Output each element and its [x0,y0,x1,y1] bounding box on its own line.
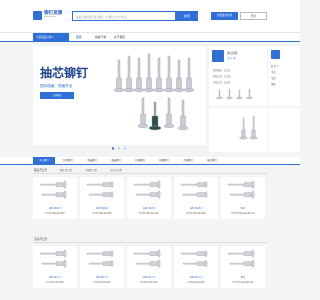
product-name[interactable]: 开口型沉头抽芯铆钉 [80,281,124,284]
product-name[interactable]: 开口型平圆头抽芯铆钉 [80,212,124,215]
product-image[interactable] [130,248,168,274]
banner-subline: 国标规格，规格齐全 [40,84,73,88]
product-image[interactable] [130,179,168,205]
subtab[interactable]: 大帽开口型 [85,168,97,172]
shop-name[interactable]: 铆钉货源 [227,51,237,55]
product-name[interactable]: 开口型沉头抽芯铆钉 [174,281,218,284]
nav-quick-order[interactable]: 快速下单 [95,34,106,41]
product-code[interactable]: GB12618.1 [33,207,77,210]
banner-headline: 抽芯铆钉 [40,66,89,80]
search-input[interactable]: 请输入要找的产品 例如：57铆钉 3.2*10 铝 [72,11,176,21]
side-ad-illustration [239,115,258,140]
shop-info-card: 铆钉货源 生产厂家 营业执照：已认证 实名认证：已认证 企业认证：已认证 [209,46,267,106]
section-title: 圆头开口型 [34,169,47,172]
subtab[interactable]: 沉头开口型 [110,168,122,172]
category-tab[interactable]: 环槽铆钉 [153,157,175,165]
product-image[interactable] [36,179,74,205]
product-code[interactable]: GB12617.4 [174,276,218,279]
product-card[interactable]: GB12618.4 开口型平圆头抽芯铆钉 [174,177,218,219]
product-card[interactable]: GB12617.1 开口型沉头抽芯铆钉 [33,246,77,288]
side-ad-card[interactable] [209,108,267,152]
nav-home[interactable]: 首页 [76,34,82,41]
banner-buy-button[interactable]: 立即购买 [40,92,74,99]
product-card[interactable]: GB12618.1 开口型平圆头抽芯铆钉 [33,177,77,219]
product-name[interactable]: 开口型平圆头抽芯铆钉 [174,212,218,215]
logo-subtitle: liuhaib.com [44,16,56,18]
contact-card: 联 系 人： 手机： 电话： 邮箱： [268,46,300,106]
product-card[interactable]: GB12617.3 开口型沉头抽芯铆钉 [127,246,171,288]
product-image[interactable] [224,179,262,205]
product-code[interactable]: GB12617.3 [127,276,171,279]
product-card[interactable]: GB12617.4 开口型沉头抽芯铆钉 [174,246,218,288]
product-name[interactable]: 开口型平圆头抽芯铆钉 [33,212,77,215]
side-info-card [268,108,300,152]
product-image[interactable] [224,248,262,274]
section-divider [33,242,267,243]
publish-button[interactable]: 免费发布供应 [211,12,238,20]
product-code[interactable]: GB12618.3 [127,207,171,210]
section-divider [33,173,267,174]
product-card[interactable]: GB12618.3 开口型平圆头抽芯铆钉 [127,177,171,219]
product-image[interactable] [36,248,74,274]
product-card[interactable]: BK1 开口型平圆头抽芯铆钉(铝) [221,177,265,219]
category-tab[interactable]: 单鼓铆钉 [81,157,103,165]
search-button[interactable]: 搜索 [176,11,198,21]
shop-products-preview [216,88,253,100]
category-tab[interactable]: 抽芯铆钉 [201,157,223,165]
all-categories-button[interactable]: 全部商品分类 ▾ [33,33,69,42]
subtab[interactable]: 圆头开口型 [60,168,72,172]
login-button[interactable]: 登录 [240,12,267,20]
nav-about[interactable]: 关于我们 [114,34,125,41]
logo-icon[interactable] [33,11,42,20]
contact-icon [271,50,280,59]
product-code[interactable]: GB12617.1 [33,276,77,279]
shop-row: 实名认证：已认证 [213,75,231,78]
product-name[interactable]: 开口型沉头抽芯铆钉 [33,281,77,284]
shop-row: 企业认证：已认证 [213,81,231,84]
product-card[interactable]: GB12617.2 开口型沉头抽芯铆钉 [80,246,124,288]
shop-tag: 生产厂家 [227,57,236,60]
category-tab[interactable]: 芯铆铆钉 [177,157,199,165]
category-tab[interactable]: 封闭铆钉 [57,157,79,165]
contact-row: 联 系 人： [271,65,282,68]
section-title: 沉头开口型 [34,238,47,241]
category-tab[interactable]: 开口铆钉 [33,157,55,165]
product-code[interactable]: GB12618.4 [174,207,218,210]
product-name[interactable]: 开口型平圆头抽芯铆钉(铝) [221,212,265,215]
banner-dots [33,145,206,152]
product-image[interactable] [83,248,121,274]
contact-row: 手机： [271,71,278,74]
product-code[interactable]: GB12618.2 [80,207,124,210]
product-name[interactable]: 开口型平圆头抽芯铆钉 [127,212,171,215]
product-card[interactable]: GB12618.2 开口型平圆头抽芯铆钉 [80,177,124,219]
product-card[interactable]: BK2 开口型沉头抽芯铆钉(铝) [221,246,265,288]
product-image[interactable] [177,179,215,205]
product-code[interactable]: BK1 [221,207,265,210]
category-tab[interactable]: 双鼓铆钉 [105,157,127,165]
product-name[interactable]: 开口型沉头抽芯铆钉 [127,281,171,284]
product-code[interactable]: GB12617.2 [80,276,124,279]
product-image[interactable] [83,179,121,205]
shop-logo-icon [212,50,224,62]
contact-row: 电话： [271,77,278,80]
product-code[interactable]: BK2 [221,276,265,279]
category-tab[interactable]: 拉铆螺母 [129,157,151,165]
contact-row: 邮箱： [271,83,278,86]
shop-row: 营业执照：已认证 [213,69,231,72]
product-image[interactable] [177,248,215,274]
product-name[interactable]: 开口型沉头抽芯铆钉(铝) [221,281,265,284]
